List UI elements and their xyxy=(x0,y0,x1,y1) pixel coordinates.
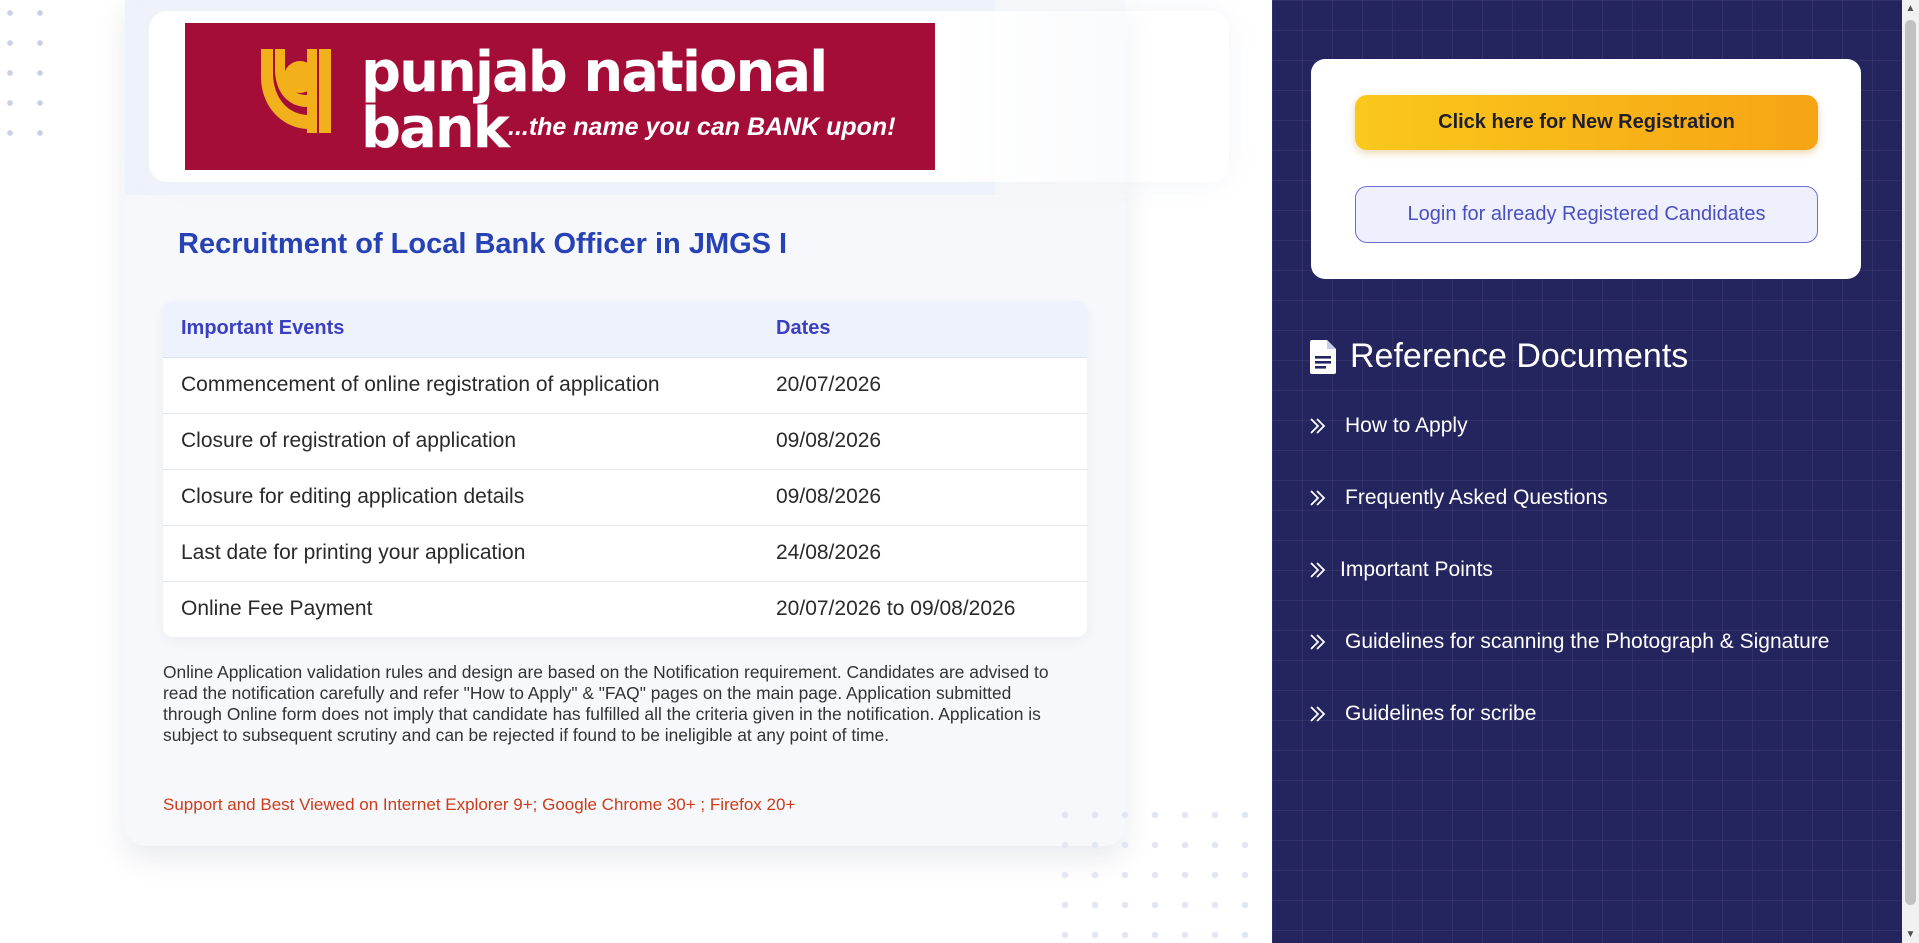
double-chevron-right-icon xyxy=(1309,633,1331,651)
reference-heading-text: Reference Documents xyxy=(1350,337,1689,375)
event-name: Closure for editing application details xyxy=(163,469,758,526)
event-date: 20/07/2026 to 09/08/2026 xyxy=(776,597,1016,621)
event-date: 09/08/2026 xyxy=(758,469,1087,526)
reference-documents-list: How to Apply Frequently Asked Questions … xyxy=(1309,404,1830,735)
double-chevron-right-icon xyxy=(1309,705,1331,723)
event-date: 24/08/2026 xyxy=(758,525,1087,582)
important-events-table: Important Events Dates Commencement of o… xyxy=(163,301,1087,637)
reference-link-faq[interactable]: Frequently Asked Questions xyxy=(1309,476,1830,519)
column-header-events: Important Events xyxy=(163,301,758,358)
table-row: Closure for editing application details … xyxy=(163,469,1087,526)
new-registration-button[interactable]: Click here for New Registration xyxy=(1355,95,1818,150)
table-row: Commencement of online registration of a… xyxy=(163,357,1087,414)
table-row: Closure of registration of application 0… xyxy=(163,413,1087,470)
reference-link-scanning-guidelines[interactable]: Guidelines for scanning the Photograph &… xyxy=(1309,620,1830,663)
table-row: Last date for printing your application … xyxy=(163,525,1087,582)
page-title: Recruitment of Local Bank Officer in JMG… xyxy=(178,228,788,260)
reference-link-label: Guidelines for scanning the Photograph &… xyxy=(1345,629,1830,653)
reference-link-important-points[interactable]: Important Points xyxy=(1309,548,1830,591)
pnb-emblem-icon xyxy=(261,49,331,133)
event-name: Commencement of online registration of a… xyxy=(163,357,758,414)
table-row: Online Fee Payment 20/07/2026 to 09/08/2… xyxy=(163,581,1087,637)
document-icon xyxy=(1310,339,1336,374)
reference-link-label: Important Points xyxy=(1340,557,1493,581)
scrollbar-thumb[interactable] xyxy=(1905,20,1916,905)
reference-link-scribe-guidelines[interactable]: Guidelines for scribe xyxy=(1309,692,1830,735)
scroll-down-arrow-icon[interactable]: ▼ xyxy=(1902,926,1919,943)
event-date: 20/07/2026 xyxy=(758,357,1087,414)
decorative-dots-top-left xyxy=(0,0,50,160)
reference-link-how-to-apply[interactable]: How to Apply xyxy=(1309,404,1830,447)
double-chevron-right-icon xyxy=(1309,561,1331,579)
column-header-dates: Dates xyxy=(758,301,1087,358)
reference-documents-heading: Reference Documents xyxy=(1310,337,1688,376)
double-chevron-right-icon xyxy=(1309,489,1331,507)
double-chevron-right-icon xyxy=(1309,417,1331,435)
event-name: Online Fee Payment xyxy=(181,597,373,621)
table-header-row: Important Events Dates xyxy=(163,301,1087,358)
bank-logo: punjab national bank ...the name you can… xyxy=(185,23,935,170)
event-name: Closure of registration of application xyxy=(163,413,758,470)
reference-link-label: How to Apply xyxy=(1345,413,1468,437)
scroll-up-arrow-icon[interactable]: ▲ xyxy=(1902,0,1919,17)
reference-link-label: Frequently Asked Questions xyxy=(1345,485,1608,509)
application-note: Online Application validation rules and … xyxy=(163,662,1049,745)
browser-support-text: Support and Best Viewed on Internet Expl… xyxy=(163,795,796,814)
event-name: Last date for printing your application xyxy=(163,525,758,582)
bank-tagline: ...the name you can BANK upon! xyxy=(508,113,896,141)
event-date: 09/08/2026 xyxy=(758,413,1087,470)
login-button[interactable]: Login for already Registered Candidates xyxy=(1355,186,1818,243)
reference-link-label: Guidelines for scribe xyxy=(1345,701,1537,725)
vertical-scrollbar[interactable]: ▲ ▼ xyxy=(1902,0,1919,943)
registration-card xyxy=(1311,59,1861,279)
